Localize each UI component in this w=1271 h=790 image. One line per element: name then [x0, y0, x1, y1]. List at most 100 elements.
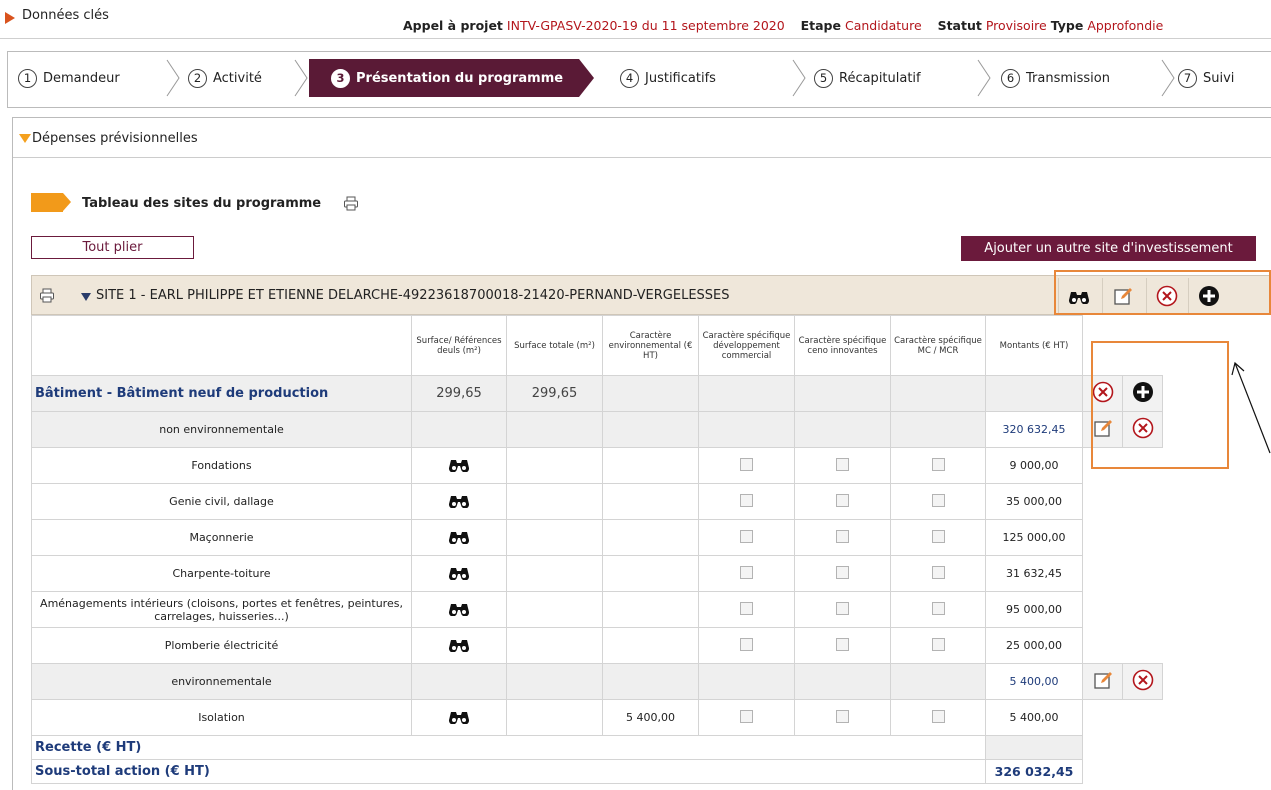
checkbox-dev-commercial[interactable]: [740, 637, 753, 651]
checkbox-ceno[interactable]: [836, 493, 849, 507]
statut-value: Provisoire: [985, 18, 1047, 33]
step-number: 5: [814, 68, 833, 88]
step-label: Activité: [213, 70, 262, 86]
col-header: Caractère spécifique développement comme…: [698, 315, 795, 376]
checkbox-ceno[interactable]: [836, 709, 849, 723]
delete-subcategory-button[interactable]: [1122, 663, 1163, 700]
key-data-title[interactable]: Données clés: [22, 8, 109, 23]
col-header: Caractère environnemental (€ HT): [602, 315, 699, 376]
view-detail-button[interactable]: [411, 591, 507, 628]
checkbox-mc-mcr[interactable]: [931, 493, 945, 507]
chevron-right-icon: [166, 59, 180, 97]
highlight-box: [1091, 341, 1229, 469]
subcategory-label: non environnementale: [31, 411, 412, 448]
binoculars-icon: [448, 568, 470, 581]
item-label: Aménagements intérieurs (cloisons, porte…: [31, 591, 412, 628]
chevron-right-icon: [1161, 59, 1175, 97]
add-site-button[interactable]: Ajouter un autre site d'investissement: [961, 236, 1256, 261]
step-presentation-programme[interactable]: 3 Présentation du programme: [309, 59, 595, 97]
checkbox-ceno[interactable]: [836, 565, 849, 579]
checkbox-mc-mcr[interactable]: [931, 529, 945, 543]
checkbox-mc-mcr[interactable]: [931, 565, 945, 579]
highlight-box: [1054, 270, 1271, 315]
col-header: Surface/ Références deuls (m²): [411, 315, 507, 376]
binoculars-icon: [448, 532, 470, 545]
checkbox-dev-commercial[interactable]: [740, 493, 753, 507]
key-data-header: Données clés Appel à projet INTV-GPASV-2…: [0, 0, 1271, 48]
panel-title: Dépenses prévisionnelles: [32, 131, 198, 146]
step-label: Justificatifs: [645, 70, 716, 86]
item-label: Plomberie électricité: [31, 627, 412, 664]
cell-montant: 5 400,00: [985, 699, 1083, 736]
checkbox-ceno[interactable]: [836, 529, 849, 543]
table-row: Maçonnerie 125 000,00: [31, 519, 1163, 556]
cell-surface: 299,65: [411, 375, 507, 412]
checkbox-ceno[interactable]: [836, 637, 849, 651]
wizard-stepper: 1 Demandeur 2 Activité 3 Présentation du…: [7, 51, 1271, 108]
step-label: Récapitulatif: [839, 70, 921, 86]
view-detail-button[interactable]: [411, 555, 507, 592]
cell-montant: 125 000,00: [985, 519, 1083, 556]
collapse-site-icon[interactable]: [81, 293, 91, 301]
checkbox-dev-commercial[interactable]: [740, 709, 753, 723]
table-row: Isolation 5 400,00 5 400,00: [31, 699, 1163, 736]
step-label: Présentation du programme: [356, 70, 564, 86]
expand-arrow-icon[interactable]: [5, 12, 15, 24]
table-title: Tableau des sites du programme: [82, 196, 322, 211]
type-value: Approfondie: [1087, 18, 1164, 33]
cell-surface-totale: 299,65: [506, 375, 603, 412]
col-header: Surface totale (m²): [506, 315, 603, 376]
binoculars-icon: [448, 640, 470, 653]
subcategory-label: environnementale: [31, 663, 412, 700]
step-label: Transmission: [1026, 70, 1110, 86]
cell-montant: 31 632,45: [985, 555, 1083, 592]
checkbox-mc-mcr[interactable]: [931, 637, 945, 651]
edit-subcategory-button[interactable]: [1082, 663, 1123, 700]
checkbox-dev-commercial[interactable]: [740, 565, 753, 579]
step-label: Demandeur: [43, 70, 120, 86]
binoculars-icon: [448, 496, 470, 509]
sous-total-value: 326 032,45: [985, 759, 1083, 784]
table-row: Aménagements intérieurs (cloisons, porte…: [31, 591, 1163, 628]
view-detail-button[interactable]: [411, 483, 507, 520]
print-icon[interactable]: [343, 196, 359, 211]
step-demandeur[interactable]: 1 Demandeur: [18, 59, 120, 97]
checkbox-dev-commercial[interactable]: [740, 601, 753, 615]
table-row: non environnementale 320 632,45: [31, 411, 1163, 448]
step-number: 6: [1001, 68, 1020, 88]
expenses-table: Surface/ Références deuls (m²) Surface t…: [31, 315, 1163, 784]
cell-montant: 9 000,00: [985, 447, 1083, 484]
category-label: Bâtiment - Bâtiment neuf de production: [31, 375, 412, 412]
col-header: Caractère spécifique ceno innovantes: [794, 315, 891, 376]
binoculars-icon: [448, 712, 470, 725]
chevron-right-icon: [792, 59, 806, 97]
table-row: Charpente-toiture 31 632,45: [31, 555, 1163, 592]
checkbox-mc-mcr[interactable]: [931, 457, 945, 471]
view-detail-button[interactable]: [411, 627, 507, 664]
checkbox-mc-mcr[interactable]: [931, 601, 945, 615]
checkbox-dev-commercial[interactable]: [740, 457, 753, 471]
step-suivi[interactable]: 7 Suivi: [1178, 59, 1234, 97]
site-label: SITE 1 - EARL PHILIPPE ET ETIENNE DELARC…: [96, 288, 730, 303]
collapse-all-button[interactable]: Tout plier: [31, 236, 194, 259]
view-detail-button[interactable]: [411, 447, 507, 484]
checkbox-dev-commercial[interactable]: [740, 529, 753, 543]
chevron-right-icon: [294, 59, 308, 97]
print-icon[interactable]: [39, 288, 55, 303]
step-recapitulatif[interactable]: 5 Récapitulatif: [814, 59, 921, 97]
type-label: Type: [1050, 18, 1084, 33]
checkbox-ceno[interactable]: [836, 457, 849, 471]
checkbox-ceno[interactable]: [836, 601, 849, 615]
collapse-triangle-icon[interactable]: [19, 134, 31, 143]
item-label: Charpente-toiture: [31, 555, 412, 592]
view-detail-button[interactable]: [411, 699, 507, 736]
view-detail-button[interactable]: [411, 519, 507, 556]
step-activite[interactable]: 2 Activité: [188, 59, 262, 97]
col-header: [31, 315, 412, 376]
checkbox-mc-mcr[interactable]: [931, 709, 945, 723]
panel-header[interactable]: Dépenses prévisionnelles: [13, 118, 1271, 158]
step-justificatifs[interactable]: 4 Justificatifs: [620, 59, 716, 97]
table-row: environnementale 5 400,00: [31, 663, 1163, 700]
pointer-arrow-icon: [1231, 361, 1271, 454]
step-transmission[interactable]: 6 Transmission: [1001, 59, 1110, 97]
